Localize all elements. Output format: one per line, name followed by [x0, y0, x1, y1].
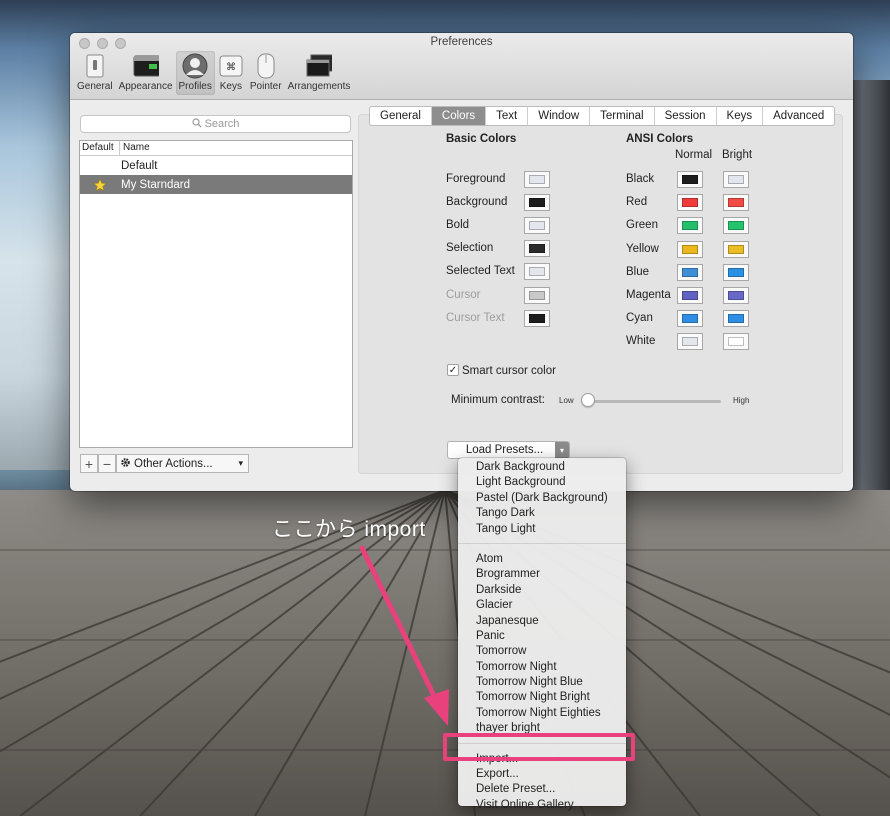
annotation-arrow	[359, 545, 449, 726]
